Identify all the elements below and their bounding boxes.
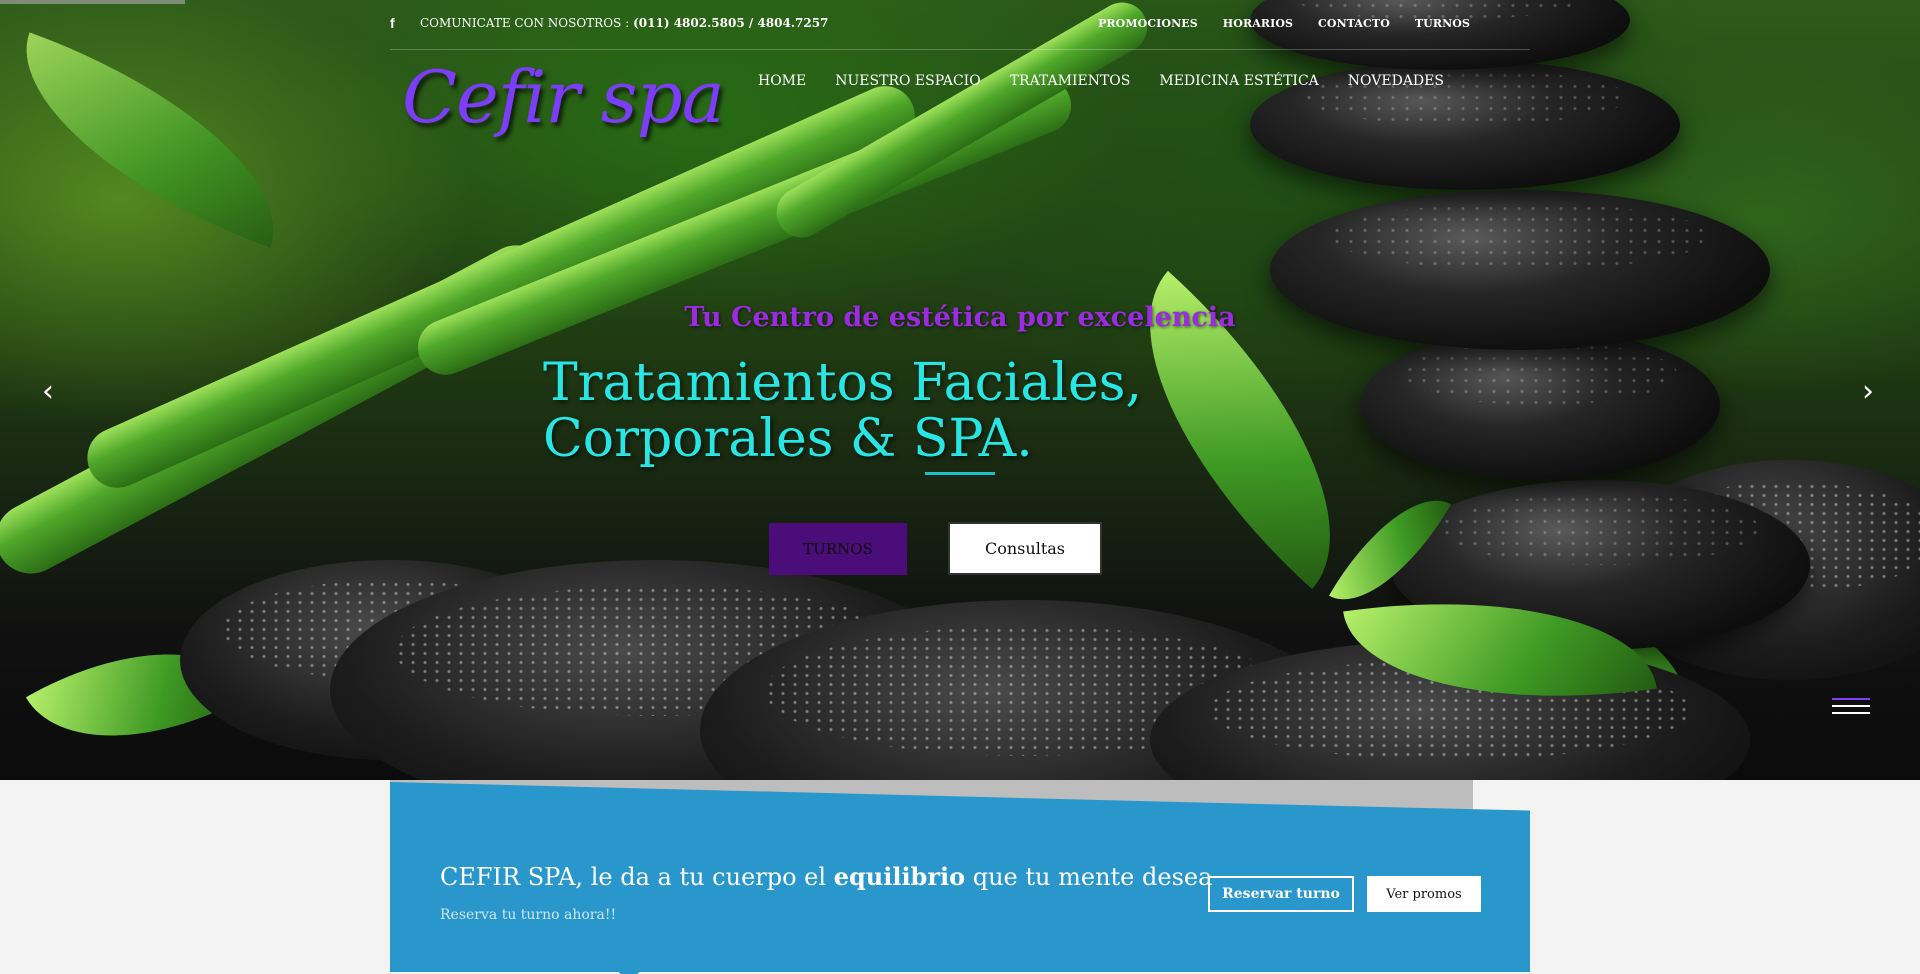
facebook-icon[interactable]: f — [390, 16, 400, 30]
nav-tratamientos[interactable]: TRATAMIENTOS — [1010, 73, 1131, 89]
menu-bar — [1832, 698, 1870, 700]
hero-kicker: Tu Centro de estética por excelencia — [684, 302, 1236, 333]
loading-bar — [0, 0, 185, 4]
main-nav: HOME NUESTRO ESPACIO TRATAMIENTOS MEDICI… — [758, 73, 1473, 89]
nav-novedades[interactable]: NOVEDADES — [1348, 73, 1444, 89]
menu-bar — [1832, 712, 1870, 714]
slider-next-icon[interactable]: › — [1862, 374, 1874, 409]
top-links: PROMOCIONES HORARIOS CONTACTO TURNOS — [1098, 17, 1470, 30]
ver-promos-button[interactable]: Ver promos — [1367, 876, 1481, 912]
contact-phone: (011) 4802.5805 / 4804.7257 — [633, 16, 829, 30]
cta-title: CEFIR SPA, le da a tu cuerpo el equilibr… — [440, 862, 1212, 891]
contact-label: COMUNICATE CON NOSOTROS : — [420, 16, 630, 30]
top-bar: f COMUNICATE CON NOSOTROS : (011) 4802.5… — [390, 0, 1530, 50]
top-link-turnos[interactable]: TURNOS — [1415, 17, 1470, 30]
cta-subtitle: Reserva tu turno ahora!! — [440, 907, 617, 923]
top-link-promociones[interactable]: PROMOCIONES — [1098, 17, 1198, 30]
hero-divider — [925, 472, 995, 475]
slider-prev-icon[interactable]: ‹ — [42, 374, 54, 409]
reservar-turno-button[interactable]: Reservar turno — [1208, 876, 1354, 912]
contact-info: f COMUNICATE CON NOSOTROS : (011) 4802.5… — [390, 16, 828, 30]
hero-headline: Tratamientos Faciales, Corporales & SPA. — [543, 353, 1142, 469]
nav-home[interactable]: HOME — [758, 73, 806, 89]
top-link-horarios[interactable]: HORARIOS — [1223, 17, 1293, 30]
menu-bar — [1832, 705, 1870, 707]
hamburger-menu-icon[interactable] — [1832, 698, 1870, 719]
green-leaf — [0, 32, 312, 248]
cta-title-end: que tu mente desea — [965, 863, 1213, 891]
cta-notch — [618, 968, 640, 974]
nav-medicina-estetica[interactable]: MEDICINA ESTÉTICA — [1159, 73, 1318, 89]
consultas-button[interactable]: Consultas — [948, 522, 1102, 575]
cta-title-emphasis: equilibrio — [833, 862, 966, 891]
site-logo[interactable]: Cefir spa — [402, 55, 725, 139]
turnos-button[interactable]: TURNOS — [769, 523, 907, 575]
cta-title-start: CEFIR SPA, le da a tu cuerpo el — [440, 863, 834, 891]
nav-nuestro-espacio[interactable]: NUESTRO ESPACIO — [835, 73, 980, 89]
top-link-contacto[interactable]: CONTACTO — [1318, 17, 1390, 30]
